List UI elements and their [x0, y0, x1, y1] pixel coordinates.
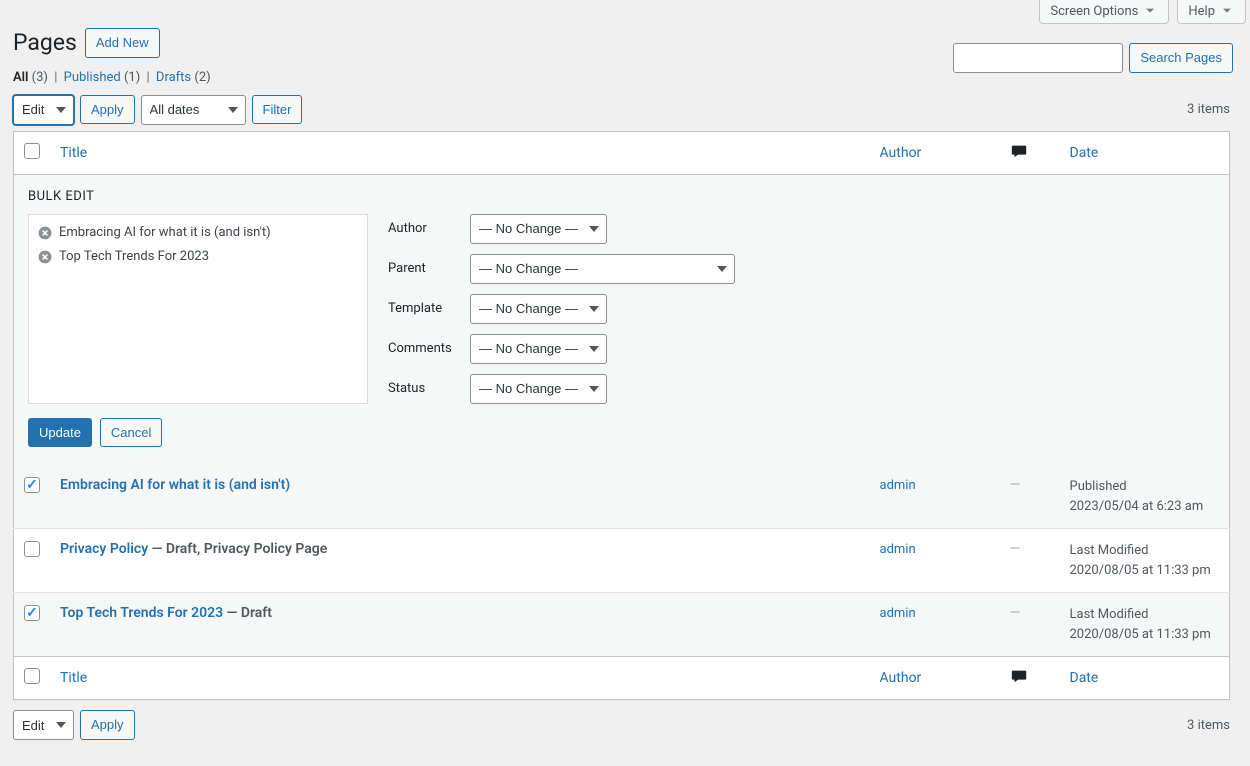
filter-button[interactable]: Filter [252, 95, 303, 125]
date-value: 2020/08/05 at 11:33 pm [1070, 625, 1220, 645]
date-filter-select[interactable]: All dates [141, 95, 246, 125]
author-link[interactable]: admin [880, 542, 916, 557]
bulk-author-label: Author [388, 221, 460, 236]
bulk-selected-list: Embracing AI for what it is (and isn't) … [28, 214, 368, 404]
page-title-link[interactable]: Embracing AI for what it is (and isn't) [60, 477, 290, 493]
screen-options-label: Screen Options [1050, 4, 1138, 19]
page-state: — Draft [223, 605, 272, 621]
page-title-link[interactable]: Top Tech Trends For 2023 [60, 605, 223, 621]
comment-icon [1010, 667, 1028, 685]
search-input[interactable] [953, 43, 1123, 73]
select-all-checkbox-top[interactable] [24, 143, 40, 159]
remove-icon[interactable] [37, 225, 53, 241]
col-header-comments[interactable] [1000, 131, 1060, 174]
bulk-status-label: Status [388, 381, 460, 396]
col-header-author: Author [870, 131, 1000, 174]
date-value: 2023/05/04 at 6:23 am [1070, 497, 1220, 517]
bulk-parent-select[interactable]: — No Change — [470, 254, 735, 284]
row-checkbox[interactable] [24, 477, 40, 493]
pages-table: Title Author Date BULK EDIT Embracing AI [13, 131, 1230, 701]
col-header-date[interactable]: Date [1060, 131, 1230, 174]
col-footer-date[interactable]: Date [1060, 657, 1230, 700]
help-label: Help [1188, 4, 1215, 19]
date-label: Last Modified [1070, 605, 1220, 625]
row-checkbox[interactable] [24, 541, 40, 557]
bulk-apply-button[interactable]: Apply [80, 95, 135, 125]
items-count-bottom: 3 items [1187, 718, 1230, 733]
filter-published[interactable]: Published (1) [64, 70, 141, 85]
comments-dash: — [1010, 605, 1021, 621]
comments-dash: — [1010, 477, 1021, 493]
col-footer-author: Author [870, 657, 1000, 700]
remove-icon[interactable] [37, 249, 53, 265]
bulk-apply-button-bottom[interactable]: Apply [80, 710, 135, 740]
bulk-action-select-bottom[interactable]: Edit [13, 710, 74, 740]
row-checkbox[interactable] [24, 605, 40, 621]
date-label: Published [1070, 477, 1220, 497]
page-title-link[interactable]: Privacy Policy [60, 541, 148, 557]
bulk-comments-select[interactable]: — No Change — [470, 334, 607, 364]
search-pages-button[interactable]: Search Pages [1129, 43, 1233, 73]
table-row: Privacy Policy — Draft, Privacy Policy P… [14, 529, 1230, 593]
comments-dash: — [1010, 541, 1021, 557]
table-row: Embracing AI for what it is (and isn't) a… [14, 465, 1230, 529]
bulk-status-select[interactable]: — No Change — [470, 374, 607, 404]
bulk-edit-heading: BULK EDIT [28, 189, 1215, 204]
date-label: Last Modified [1070, 541, 1220, 561]
bulk-cancel-button[interactable]: Cancel [100, 418, 162, 448]
table-row: Top Tech Trends For 2023 — Draft admin — La… [14, 593, 1230, 657]
bulk-comments-label: Comments [388, 341, 460, 356]
bulk-selected-item: Embracing AI for what it is (and isn't) [37, 221, 359, 245]
col-footer-comments[interactable] [1000, 657, 1060, 700]
author-link[interactable]: admin [880, 478, 916, 493]
col-header-title[interactable]: Title [50, 131, 870, 174]
bulk-template-select[interactable]: — No Change — [470, 294, 607, 324]
bulk-update-button[interactable]: Update [28, 418, 92, 448]
bulk-parent-label: Parent [388, 261, 460, 276]
items-count: 3 items [1187, 102, 1230, 117]
bulk-edit-panel: BULK EDIT Embracing AI for what it is (a… [14, 174, 1230, 465]
add-new-button[interactable]: Add New [85, 28, 160, 58]
chevron-down-icon [1142, 3, 1158, 19]
bulk-template-label: Template [388, 301, 460, 316]
select-all-checkbox-bottom[interactable] [24, 668, 40, 684]
bulk-action-select[interactable]: Edit [13, 95, 74, 125]
page-title: Pages [13, 29, 77, 56]
page-state: — Draft, Privacy Policy Page [148, 541, 327, 557]
bulk-selected-item: Top Tech Trends For 2023 [37, 245, 359, 269]
chevron-down-icon [1219, 3, 1235, 19]
filter-all[interactable]: All (3) [13, 70, 48, 85]
date-value: 2020/08/05 at 11:33 pm [1070, 561, 1220, 581]
screen-options-tab[interactable]: Screen Options [1039, 0, 1169, 24]
author-link[interactable]: admin [880, 606, 916, 621]
filter-drafts[interactable]: Drafts (2) [156, 70, 211, 85]
bulk-author-select[interactable]: — No Change — [470, 214, 607, 244]
col-footer-title[interactable]: Title [50, 657, 870, 700]
comment-icon [1010, 142, 1028, 160]
help-tab[interactable]: Help [1177, 0, 1246, 24]
